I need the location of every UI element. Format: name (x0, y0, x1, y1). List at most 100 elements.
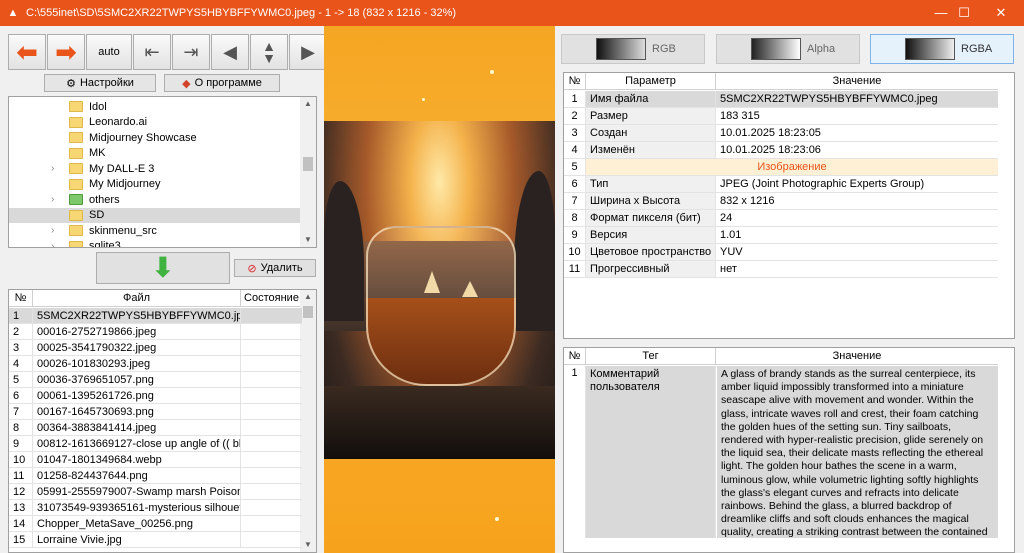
image-sailboat (462, 281, 478, 297)
col-value[interactable]: Значение (716, 73, 998, 89)
param-value: 1.01 (720, 229, 742, 241)
first-page-button[interactable]: ⇤ (133, 34, 171, 70)
file-row[interactable]: 10 01047-1801349684.webp (9, 452, 302, 468)
folder-tree[interactable]: › sqlite3 › skinmenu_src SD › others My Midjour… (8, 96, 317, 248)
col-value[interactable]: Значение (716, 348, 998, 364)
file-row[interactable]: 1 5SMC2XR22TWPYS5HBYBFFYWMC0.jpeg (9, 308, 302, 324)
tag-name[interactable]: Комментарий пользователя (586, 366, 716, 538)
params-row-number: 5 (564, 159, 586, 175)
params-row[interactable]: 1 Имя файла 5SMC2XR22TWPYS5HBYBFFYWMC0.jpe… (564, 91, 998, 108)
preview-image (324, 121, 555, 459)
file-list-header: № Файл Состояние (9, 290, 302, 307)
params-row[interactable]: 2 Размер 183 315 (564, 108, 998, 125)
channel-alpha-button[interactable]: Alpha (716, 34, 860, 64)
params-row[interactable]: 11 Прогрессивный нет (564, 261, 998, 278)
tree-item[interactable]: › others (9, 192, 302, 208)
params-row[interactable]: 10 Цветовое пространство YUV (564, 244, 998, 261)
about-button[interactable]: ◆ О программе (164, 74, 280, 92)
file-row-number: 10 (9, 452, 33, 467)
scroll-up-arrow[interactable]: ▲ (300, 97, 316, 111)
params-row[interactable]: 4 Изменён 10.01.2025 18:23:06 (564, 142, 998, 159)
col-number[interactable]: № (9, 290, 33, 306)
prev-button[interactable]: ◀ (211, 34, 249, 70)
col-status[interactable]: Состояние (241, 290, 302, 306)
params-grid[interactable]: № Параметр Значение 1 Имя файла 5SMC2XR22T… (563, 72, 1015, 339)
file-row[interactable]: 7 00167-1645730693.png (9, 404, 302, 420)
file-row[interactable]: 6 00061-1395261726.png (9, 388, 302, 404)
params-row[interactable]: 7 Ширина x Высота 832 x 1216 (564, 193, 998, 210)
params-row[interactable]: 9 Версия 1.01 (564, 227, 998, 244)
scroll-thumb[interactable] (303, 157, 313, 171)
col-file[interactable]: Файл (33, 290, 241, 306)
auto-button[interactable]: auto (86, 34, 132, 70)
col-number[interactable]: № (564, 348, 586, 364)
last-page-button[interactable]: ⇥ (172, 34, 210, 70)
file-row[interactable]: 9 00812-1613669127-close up angle of (( b… (9, 436, 302, 452)
file-row[interactable]: 5 00036-3769651057.png (9, 372, 302, 388)
tree-item[interactable]: Idol (9, 99, 302, 115)
tags-grid[interactable]: № Тег Значение 1 Комментарий пользовател… (563, 347, 1015, 553)
file-row[interactable]: 15 Lorraine Vivie.jpg (9, 532, 302, 548)
delete-button[interactable]: ⊘ Удалить (234, 259, 316, 277)
param-name: Размер (586, 108, 716, 124)
tree-item[interactable]: › sqlite3 (9, 239, 302, 247)
file-row[interactable]: 11 01258-824437644.png (9, 468, 302, 484)
file-row[interactable]: 8 00364-3883841414.jpeg (9, 420, 302, 436)
file-row-name: 00061-1395261726.png (33, 388, 241, 403)
title-bar[interactable]: ▲ C:\555inet\SD\5SMC2XR22TWPYS5HBYBFFYWM… (0, 0, 1024, 26)
scroll-thumb[interactable] (303, 306, 313, 318)
tree-item[interactable]: SD (9, 207, 302, 223)
close-button[interactable]: ✕ (978, 0, 1024, 26)
file-row[interactable]: 4 00026-101830293.jpeg (9, 356, 302, 372)
chevron-right-icon[interactable]: › (51, 241, 61, 247)
file-row-number: 6 (9, 388, 33, 403)
move-down-button[interactable]: ⬇ (96, 252, 230, 284)
params-row[interactable]: 8 Формат пикселя (бит) 24 (564, 210, 998, 227)
params-row[interactable]: 6 Тип JPEG (Joint Photographic Experts Gro… (564, 176, 998, 193)
tree-item-label: others (89, 193, 120, 206)
params-row[interactable]: 3 Создан 10.01.2025 18:23:05 (564, 125, 998, 142)
file-row[interactable]: 14 Chopper_MetaSave_00256.png (9, 516, 302, 532)
next-button[interactable]: ▶ (289, 34, 327, 70)
chevron-right-icon[interactable]: › (51, 163, 61, 174)
tree-item-label: Midjourney Showcase (89, 131, 197, 144)
channel-rgba-button[interactable]: RGBA (870, 34, 1014, 64)
image-preview-panel[interactable] (324, 26, 555, 553)
params-section-row[interactable]: 5 Изображение (564, 159, 998, 176)
back-button[interactable]: ⬅ (8, 34, 46, 70)
tree-scrollbar[interactable]: ▲ ▼ (300, 97, 316, 247)
col-number[interactable]: № (564, 73, 586, 89)
scroll-up-arrow[interactable]: ▲ (300, 290, 316, 304)
forward-button[interactable]: ➡ (47, 34, 85, 70)
tree-item[interactable]: Leonardo.ai (9, 115, 302, 131)
chevron-right-icon[interactable]: › (51, 225, 61, 236)
file-row-name: 05991-2555979007-Swamp marsh Poison gree (33, 484, 241, 499)
channel-rgb-button[interactable]: RGB (561, 34, 705, 64)
col-tag[interactable]: Тег (586, 348, 716, 364)
file-list-scrollbar[interactable]: ▲ ▼ (300, 290, 316, 552)
file-list[interactable]: № Файл Состояние ▲ ▼ 1 5SMC2XR22TWPYS5HBY… (8, 289, 317, 553)
file-row[interactable]: 2 00016-2752719866.jpeg (9, 324, 302, 340)
param-name: Версия (586, 227, 716, 243)
scroll-down-arrow[interactable]: ▼ (300, 233, 316, 247)
folder-icon (69, 163, 83, 175)
file-row[interactable]: 1331073549-939365161-mysterious silhouet… (9, 500, 302, 516)
file-row-name: 00364-3883841414.jpeg (33, 420, 241, 435)
tree-item[interactable]: MK (9, 146, 302, 162)
tree-item[interactable]: › skinmenu_src (9, 223, 302, 239)
file-row[interactable]: 3 00025-3541790322.jpeg (9, 340, 302, 356)
tree-item[interactable]: Midjourney Showcase (9, 130, 302, 146)
file-row[interactable]: 1205991-2555979007-Swamp marsh Poison gr… (9, 484, 302, 500)
settings-button[interactable]: ⚙ Настройки (44, 74, 156, 92)
tree-item[interactable]: › My DALL-E 3 (9, 161, 302, 177)
col-param[interactable]: Параметр (586, 73, 716, 89)
rgb-preview-icon (596, 38, 646, 60)
tag-value[interactable]: A glass of brandy stands as the surreal … (717, 366, 998, 538)
folder-icon (69, 209, 83, 221)
scroll-down-arrow[interactable]: ▼ (300, 538, 316, 552)
right-panel: RGB Alpha RGBA № Параметр Значение 1 Имя … (555, 26, 1024, 553)
window-title: C:\555inet\SD\5SMC2XR22TWPYS5HBYBFFYWMC0… (26, 7, 457, 19)
updown-button[interactable]: ▲ ▼ (250, 34, 288, 70)
chevron-right-icon[interactable]: › (51, 194, 61, 205)
tree-item[interactable]: My Midjourney (9, 177, 302, 193)
